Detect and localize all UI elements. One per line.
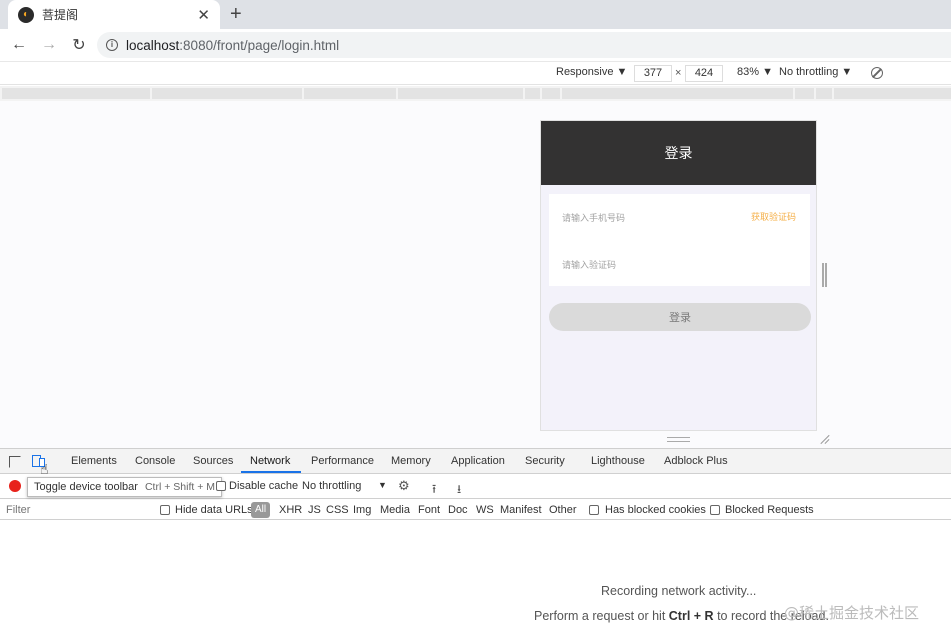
- login-button[interactable]: 登录: [549, 303, 811, 331]
- throttling-select[interactable]: No throttling: [302, 480, 361, 492]
- height-input[interactable]: 424: [685, 65, 723, 82]
- type-filter-xhr[interactable]: XHR: [279, 504, 302, 516]
- browser-toolbar: ← → ↻ i localhost:8080/front/page/login.…: [0, 29, 951, 61]
- tab-lighthouse[interactable]: Lighthouse: [591, 455, 645, 467]
- tab-application[interactable]: Application: [451, 455, 505, 467]
- url-host: localhost: [126, 37, 180, 53]
- device-select[interactable]: Responsive ▼: [556, 66, 627, 78]
- blocked-requests-checkbox[interactable]: [710, 505, 720, 515]
- forward-icon[interactable]: →: [38, 36, 60, 54]
- tab-console[interactable]: Console: [135, 455, 175, 467]
- active-tab-indicator: [241, 471, 301, 473]
- type-filter-img[interactable]: Img: [353, 504, 371, 516]
- media-query-segment[interactable]: [2, 88, 150, 99]
- network-conditions-icon[interactable]: ⚙: [398, 478, 410, 494]
- device-toolbar: Responsive ▼ 377 × 424 83% ▼ No throttli…: [0, 61, 951, 85]
- devtools-tabbar: ☝ Elements Console Sources Network Perfo…: [0, 449, 951, 477]
- media-query-segment[interactable]: [542, 88, 560, 99]
- get-code-link[interactable]: 获取验证码: [751, 210, 796, 223]
- reload-hint-keys: Ctrl + R: [668, 609, 714, 623]
- resize-handle-right[interactable]: [822, 263, 827, 287]
- type-filter-ws[interactable]: WS: [476, 504, 494, 516]
- chevron-down-icon[interactable]: ▼: [378, 480, 387, 490]
- login-form: 请输入手机号码 获取验证码 请输入验证码: [549, 194, 810, 286]
- tab-network[interactable]: Network: [250, 455, 290, 467]
- resize-handle-bottom[interactable]: [667, 437, 690, 442]
- address-bar[interactable]: i localhost:8080/front/page/login.html: [97, 32, 951, 58]
- media-query-segment[interactable]: [562, 88, 793, 99]
- url-path: :8080/front/page/login.html: [179, 37, 340, 53]
- has-blocked-cookies-label: Has blocked cookies: [605, 504, 706, 516]
- tab-elements[interactable]: Elements: [71, 455, 117, 467]
- export-har-icon[interactable]: ⭳: [457, 480, 461, 501]
- media-query-segment[interactable]: [152, 88, 302, 99]
- disable-cache-label: Disable cache: [229, 480, 299, 492]
- back-icon[interactable]: ←: [8, 36, 30, 54]
- type-filter-css[interactable]: CSS: [326, 504, 349, 516]
- tab-adblock-plus[interactable]: Adblock Plus: [664, 455, 728, 467]
- type-filter-manifest[interactable]: Manifest: [500, 504, 542, 516]
- blocked-requests-label: Blocked Requests: [725, 504, 814, 516]
- tooltip: Toggle device toolbar Ctrl + Shift + M: [27, 477, 222, 497]
- close-tab-icon[interactable]: ✕: [197, 6, 210, 24]
- media-query-segment[interactable]: [816, 88, 832, 99]
- media-query-segment[interactable]: [525, 88, 540, 99]
- media-query-segment[interactable]: [795, 88, 814, 99]
- reload-hint-prefix: Perform a request or hit: [534, 609, 669, 623]
- reload-icon[interactable]: ↻: [68, 35, 90, 55]
- filter-bar: Hide data URLs All XHR JS CSS Img Media …: [0, 500, 951, 520]
- tab-title: 菩提阁: [42, 8, 79, 22]
- width-input[interactable]: 377: [634, 65, 672, 82]
- media-query-segment[interactable]: [398, 88, 523, 99]
- record-icon[interactable]: [9, 480, 21, 492]
- network-toolbar: Toggle device toolbar Ctrl + Shift + M D…: [0, 475, 951, 499]
- resize-corner-icon[interactable]: [820, 434, 830, 444]
- media-query-segment[interactable]: [304, 88, 396, 99]
- url-text: localhost:8080/front/page/login.html: [126, 38, 339, 53]
- code-input[interactable]: 请输入验证码: [562, 258, 616, 271]
- import-har-icon[interactable]: ⭱: [432, 480, 436, 501]
- disable-cache-checkbox[interactable]: [216, 481, 226, 491]
- hide-data-urls-label: Hide data URLs: [175, 504, 253, 516]
- type-filter-other[interactable]: Other: [549, 504, 577, 516]
- media-query-bar[interactable]: [0, 86, 951, 101]
- type-filter-doc[interactable]: Doc: [448, 504, 468, 516]
- tab-sources[interactable]: Sources: [193, 455, 233, 467]
- zoom-select[interactable]: 83% ▼: [737, 66, 773, 78]
- phone-input[interactable]: 请输入手机号码: [562, 211, 625, 224]
- dimension-separator: ×: [675, 67, 682, 79]
- rotate-icon[interactable]: [871, 67, 883, 79]
- tooltip-shortcut: Ctrl + Shift + M: [144, 481, 215, 493]
- page-title: 登录: [664, 146, 693, 162]
- emulated-device-screen: 登录 请输入手机号码 获取验证码 请输入验证码 登录: [540, 120, 817, 431]
- hide-data-urls-checkbox[interactable]: [160, 505, 170, 515]
- tab-security[interactable]: Security: [525, 455, 565, 467]
- browser-tab[interactable]: ◐ 菩提阁 ✕: [8, 0, 220, 29]
- tab-memory[interactable]: Memory: [391, 455, 431, 467]
- type-filter-js[interactable]: JS: [308, 504, 321, 516]
- tooltip-text: Toggle device toolbar: [34, 481, 138, 493]
- media-query-segment[interactable]: [834, 88, 951, 99]
- site-info-icon[interactable]: i: [106, 39, 118, 51]
- tab-strip: ◐ 菩提阁 ✕ +: [0, 0, 951, 29]
- recording-message: Recording network activity...: [601, 584, 757, 598]
- type-filter-all[interactable]: All: [251, 502, 270, 518]
- filter-input[interactable]: [2, 502, 150, 518]
- page-header: 登录: [541, 121, 816, 185]
- type-filter-font[interactable]: Font: [418, 504, 440, 516]
- watermark: @稀土掘金技术社区: [784, 604, 920, 622]
- favicon-icon: ◐: [18, 6, 34, 23]
- type-filter-media[interactable]: Media: [380, 504, 410, 516]
- tab-performance[interactable]: Performance: [311, 455, 374, 467]
- inspect-element-icon[interactable]: [9, 456, 21, 468]
- throttle-select[interactable]: No throttling ▼: [779, 66, 852, 78]
- new-tab-icon[interactable]: +: [230, 3, 242, 25]
- has-blocked-cookies-checkbox[interactable]: [589, 505, 599, 515]
